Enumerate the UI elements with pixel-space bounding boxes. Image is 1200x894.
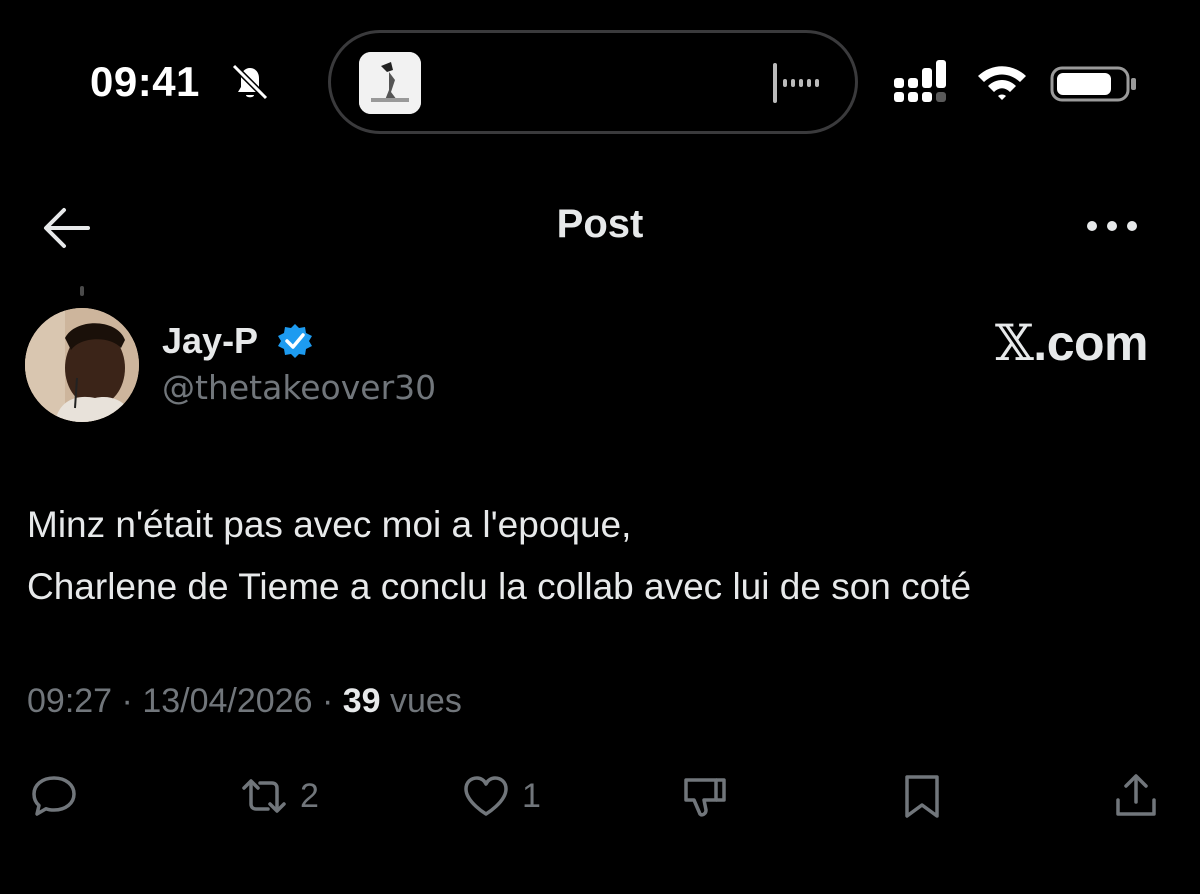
page-title: Post — [556, 202, 644, 246]
status-time: 09:41 — [90, 58, 200, 105]
brand-watermark: 𝕏.com — [995, 314, 1148, 372]
post-time[interactable]: 09:27 — [27, 682, 112, 720]
post-screen: 09:41 Post Jay-P @thetakeover30 𝕏.com Mi… — [0, 0, 1200, 894]
meta-separator: · — [321, 682, 334, 720]
cellular-signal-icon — [894, 60, 946, 102]
bell-slash-icon — [231, 63, 269, 101]
retweet-icon — [242, 779, 286, 813]
views-label: vues — [390, 682, 462, 720]
like-button[interactable]: 1 — [462, 768, 541, 824]
retweet-count: 2 — [300, 776, 319, 815]
audio-waveform-icon — [773, 63, 819, 103]
brand-text: .com — [1033, 315, 1148, 371]
post-line: Charlene de Tieme a conclu la collab ave… — [27, 566, 972, 607]
post-text: Minz n'était pas avec moi a l'epoque, Ch… — [27, 494, 1177, 618]
share-button[interactable] — [1112, 768, 1160, 824]
verified-badge-icon — [278, 324, 312, 358]
now-playing-artwork — [359, 52, 421, 114]
thread-connector — [80, 286, 84, 296]
bookmark-icon — [905, 775, 939, 818]
like-count: 1 — [522, 776, 541, 815]
thumbs-down-icon — [684, 778, 726, 817]
reply-icon — [32, 776, 76, 816]
bookmark-button[interactable] — [898, 768, 946, 824]
downvote-button[interactable] — [680, 768, 728, 824]
x-logo-icon: 𝕏 — [995, 314, 1034, 372]
reply-button[interactable] — [30, 768, 78, 824]
more-horizontal-icon[interactable] — [1084, 214, 1140, 238]
heart-icon — [464, 776, 508, 816]
battery-icon — [1050, 66, 1136, 102]
retweet-button[interactable]: 2 — [240, 768, 319, 824]
avatar[interactable] — [25, 308, 139, 422]
author-handle[interactable]: @thetakeover30 — [162, 368, 436, 407]
author-name[interactable]: Jay-P — [162, 320, 258, 362]
views-count: 39 — [342, 682, 381, 720]
wifi-icon — [978, 66, 1026, 100]
meta-separator: · — [121, 682, 133, 720]
dynamic-island[interactable] — [328, 30, 858, 134]
post-meta: 09:27 · 13/04/2026 · 39 vues — [27, 682, 462, 721]
post-line: Minz n'était pas avec moi a l'epoque, — [27, 504, 632, 545]
post-date[interactable]: 13/04/2026 — [142, 682, 312, 720]
share-icon — [1116, 774, 1156, 816]
